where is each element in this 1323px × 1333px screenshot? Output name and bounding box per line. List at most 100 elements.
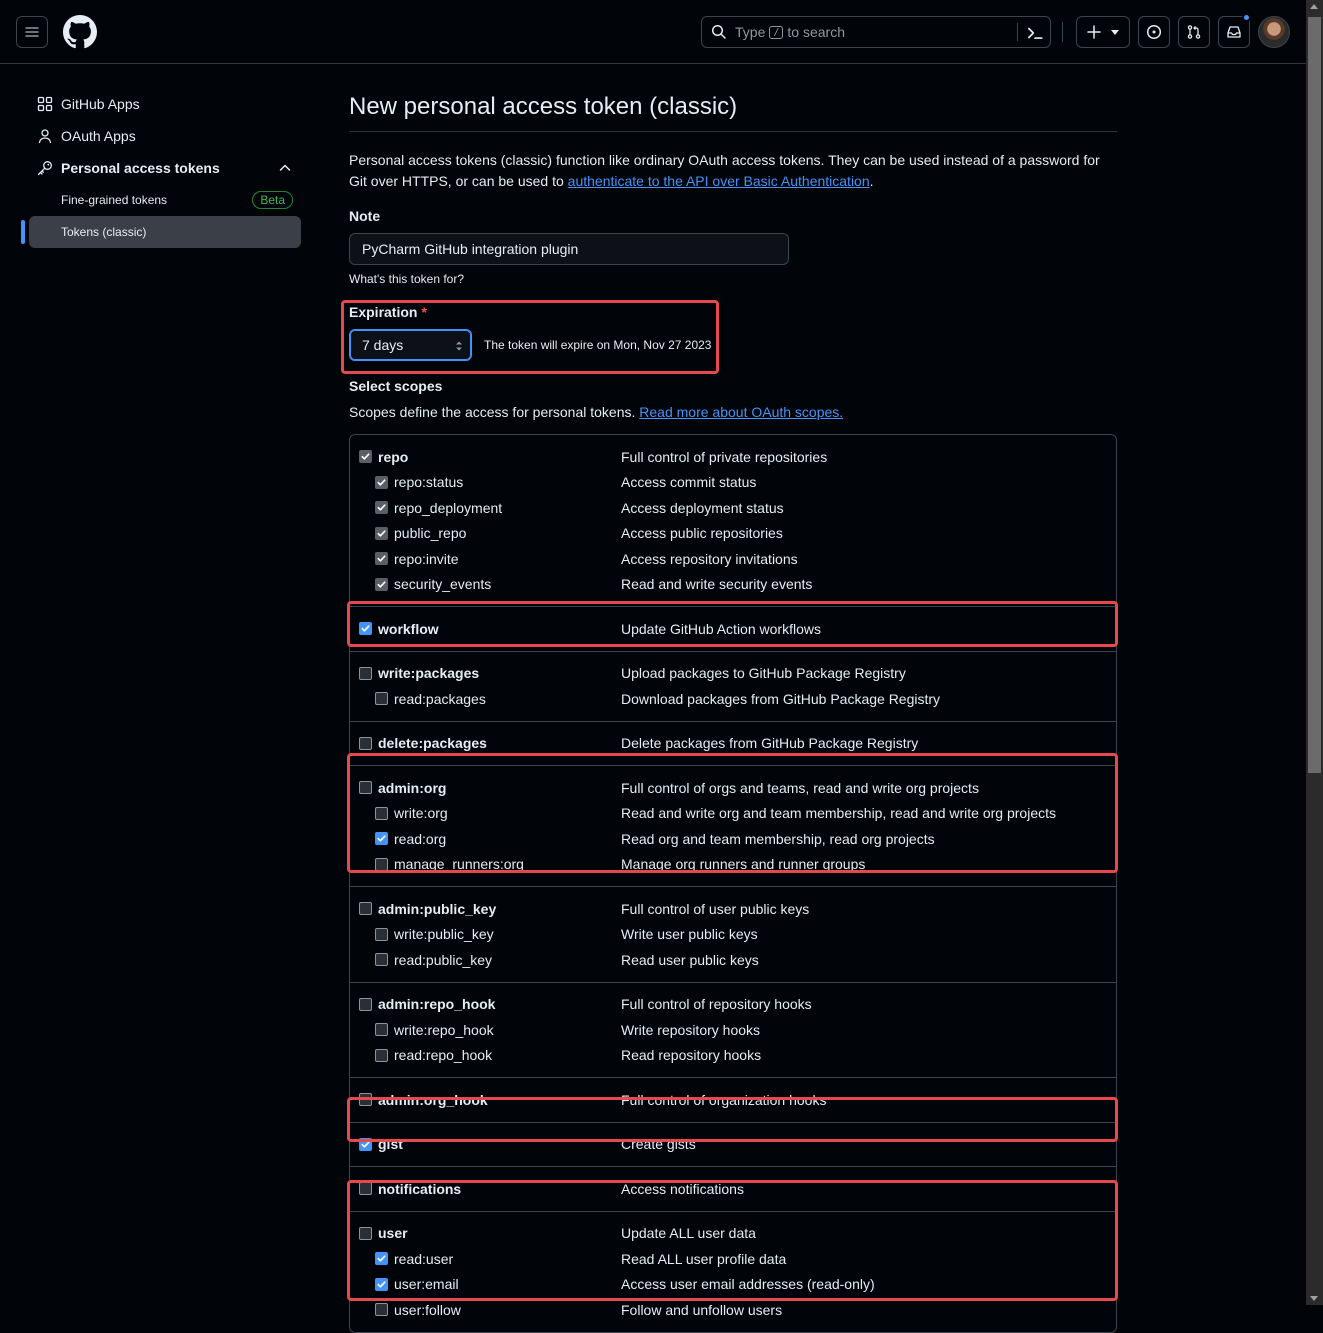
scope-checkbox[interactable]	[375, 692, 388, 706]
scope-checkbox[interactable]	[359, 1093, 372, 1107]
scope-name[interactable]: gist	[378, 1136, 403, 1152]
expiration-select[interactable]: 7 days	[349, 329, 472, 361]
github-logo[interactable]	[63, 15, 97, 49]
scope-checkbox[interactable]	[375, 857, 388, 871]
check-icon	[377, 835, 386, 842]
scope-name[interactable]: read:user	[394, 1251, 453, 1267]
scope-name[interactable]: user:follow	[394, 1302, 461, 1318]
scope-name[interactable]: public_repo	[394, 525, 466, 541]
scope-description: Update ALL user data	[621, 1225, 756, 1242]
scopes-description: Scopes define the access for personal to…	[349, 404, 843, 420]
scope-checkbox[interactable]	[359, 622, 372, 636]
scope-name[interactable]: user	[378, 1225, 408, 1241]
scope-description: Write repository hooks	[621, 1021, 761, 1038]
scope-group: admin:org Full control of orgs and teams,…	[350, 765, 1116, 886]
scope-name[interactable]: repo	[378, 449, 408, 465]
scopes-desc-text: Scopes define the access for personal to…	[349, 404, 640, 420]
scope-name[interactable]: read:public_key	[394, 952, 492, 968]
scope-checkbox[interactable]	[375, 1303, 388, 1317]
scope-name[interactable]: admin:repo_hook	[378, 996, 495, 1012]
git-pull-request-icon	[1187, 25, 1201, 39]
scope-name[interactable]: write:org	[394, 805, 448, 821]
sidebar-item-oauth-apps[interactable]: OAuth Apps	[21, 120, 301, 152]
scope-checkbox[interactable]	[359, 1182, 372, 1196]
search-input[interactable]: Type / to search	[701, 16, 1051, 48]
scope-checkbox[interactable]	[359, 997, 372, 1011]
sidebar-item-label: GitHub Apps	[61, 96, 140, 112]
scope-checkbox[interactable]	[375, 953, 388, 967]
note-field[interactable]: PyCharm GitHub integration plugin	[349, 233, 789, 265]
required-marker: *	[421, 304, 427, 320]
sidebar-subitem-tokens-classic[interactable]: Tokens (classic)	[21, 216, 301, 248]
scope-name[interactable]: read:packages	[394, 691, 486, 707]
scope-group: user Update ALL user data read:user Read AL…	[350, 1210, 1116, 1332]
scope-name[interactable]: write:public_key	[394, 926, 494, 942]
page-scrollbar[interactable]	[1306, 0, 1323, 1305]
scopes-list: repo Full control of private repositories…	[349, 434, 1117, 1333]
scope-row: notifications Access notifications	[350, 1176, 1116, 1202]
scope-checkbox[interactable]	[375, 806, 388, 820]
scope-checkbox[interactable]	[359, 1137, 372, 1151]
triangle-down-icon	[1111, 30, 1119, 35]
scroll-up-arrow-icon[interactable]	[1310, 4, 1318, 9]
scope-name[interactable]: write:packages	[378, 665, 479, 681]
scope-name[interactable]: read:org	[394, 831, 446, 847]
scope-checkbox[interactable]	[375, 1252, 388, 1266]
scope-row: read:public_key Read user public keys	[350, 947, 1116, 973]
scope-name[interactable]: repo:status	[394, 474, 463, 490]
sidebar-item-label: OAuth Apps	[61, 128, 136, 144]
scope-name[interactable]: delete:packages	[378, 735, 487, 751]
scope-checkbox[interactable]	[359, 736, 372, 750]
search-icon	[711, 24, 727, 40]
intro-end: .	[869, 173, 874, 189]
title-divider	[349, 131, 1117, 132]
scope-checkbox[interactable]	[375, 832, 388, 846]
check-icon	[361, 453, 370, 460]
scope-description: Follow and unfollow users	[621, 1301, 783, 1318]
scrollbar-thumb[interactable]	[1308, 17, 1321, 773]
scope-checkbox[interactable]	[375, 1048, 388, 1062]
check-icon	[377, 555, 386, 562]
sidebar-item-label: Personal access tokens	[61, 160, 220, 176]
scope-checkbox[interactable]	[359, 1226, 372, 1240]
expiration-label: Expiration *	[349, 304, 427, 320]
scope-name[interactable]: admin:org	[378, 780, 446, 796]
scope-name[interactable]: notifications	[378, 1181, 461, 1197]
scope-name[interactable]: read:repo_hook	[394, 1047, 492, 1063]
scope-group: delete:packages Delete packages from GitH…	[350, 720, 1116, 766]
scope-name[interactable]: admin:org_hook	[378, 1092, 488, 1108]
command-palette-icon[interactable]	[1026, 24, 1044, 42]
scope-description: Read ALL user profile data	[621, 1250, 787, 1267]
scope-name[interactable]: workflow	[378, 621, 439, 637]
scope-name[interactable]: admin:public_key	[378, 901, 496, 917]
scope-checkbox[interactable]	[375, 1277, 388, 1291]
avatar[interactable]	[1258, 16, 1290, 48]
scope-row: repo:status Access commit status	[350, 470, 1116, 496]
scope-row: write:public_key Write user public keys	[350, 922, 1116, 948]
scope-checkbox[interactable]	[359, 666, 372, 680]
scope-checkbox[interactable]	[375, 927, 388, 941]
scope-name[interactable]: repo:invite	[394, 551, 459, 567]
pull-requests-button[interactable]	[1178, 16, 1210, 48]
issues-button[interactable]	[1138, 16, 1170, 48]
scope-checkbox[interactable]	[359, 902, 372, 916]
sidebar-item-personal-access-tokens[interactable]: Personal access tokens	[21, 152, 301, 184]
scope-name[interactable]: manage_runners:org	[394, 856, 524, 872]
scope-row: user:follow Follow and unfollow users	[350, 1297, 1116, 1323]
oauth-scopes-link[interactable]: Read more about OAuth scopes.	[639, 404, 843, 420]
create-new-button[interactable]	[1076, 16, 1130, 48]
scope-name[interactable]: security_events	[394, 576, 491, 592]
check-icon	[377, 581, 386, 588]
menu-button[interactable]	[16, 16, 48, 48]
scope-name[interactable]: write:repo_hook	[394, 1022, 494, 1038]
scope-checkbox[interactable]	[375, 1023, 388, 1037]
scope-name[interactable]: repo_deployment	[394, 500, 502, 516]
scope-name[interactable]: user:email	[394, 1276, 459, 1292]
chevron-up-icon[interactable]	[277, 160, 293, 179]
sidebar-subitem-fine-grained-tokens[interactable]: Fine-grained tokens Beta	[21, 184, 301, 216]
basic-auth-link[interactable]: authenticate to the API over Basic Authe…	[568, 173, 870, 189]
scope-checkbox[interactable]	[359, 781, 372, 795]
sidebar-item-github-apps[interactable]: GitHub Apps	[21, 88, 301, 120]
scroll-down-arrow-icon[interactable]	[1310, 1296, 1318, 1301]
scope-description: Read user public keys	[621, 951, 759, 968]
